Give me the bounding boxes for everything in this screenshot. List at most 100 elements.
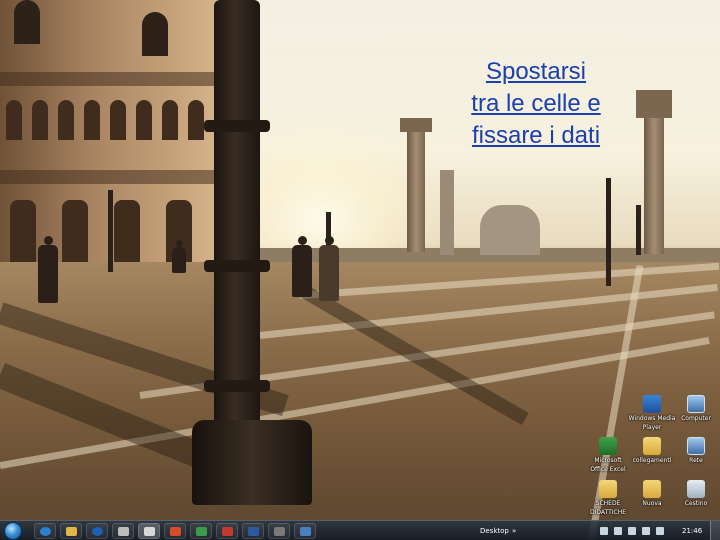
- network-icon: [687, 437, 705, 455]
- desktop-icon-label: collegamenti: [632, 457, 672, 464]
- person-walking: [38, 245, 58, 303]
- column-capital: [400, 118, 432, 132]
- explorer-icon: [66, 527, 77, 536]
- tray-icon[interactable]: [656, 527, 664, 535]
- desktop-icon-rete[interactable]: Rete: [672, 437, 720, 464]
- lamp-post-ring: [204, 380, 270, 392]
- app-icon: [196, 527, 207, 536]
- slide-title-line-3: fissare i dati: [471, 122, 601, 149]
- lamp-post-ring: [204, 120, 270, 132]
- palace-arch: [110, 100, 126, 140]
- desktop-icon-computer[interactable]: Computer: [672, 395, 720, 422]
- desktop-icon-label: Cestino: [684, 500, 708, 507]
- desktop-icon-excel[interactable]: Microsoft Office Excel: [584, 437, 632, 473]
- person-head: [44, 236, 53, 245]
- palace-arch: [10, 200, 36, 262]
- person-walking: [172, 247, 186, 273]
- app-icon: [274, 527, 285, 536]
- taskbar-pinned-app[interactable]: [268, 523, 290, 539]
- slide-title-line-2: tra le celle e: [471, 90, 601, 117]
- desktop-icon-cestino[interactable]: Cestino: [672, 480, 720, 507]
- network-tray-icon[interactable]: [628, 527, 636, 535]
- palace-cornice: [0, 72, 232, 86]
- palace-arch: [58, 100, 74, 140]
- distant-campanile: [440, 170, 454, 255]
- far-lamp-post: [108, 190, 113, 272]
- desktop-icon-label: Windows Media: [628, 415, 676, 422]
- folder-icon: [643, 480, 661, 498]
- media-player-icon: [92, 527, 103, 536]
- desktop-icon-label: Microsoft: [594, 457, 622, 464]
- slide-title-line-1: Spostarsi: [485, 58, 587, 85]
- volume-tray-icon[interactable]: [642, 527, 650, 535]
- folder-icon: [599, 480, 617, 498]
- toolbar-chevron-icon[interactable]: »: [512, 521, 516, 540]
- person-head: [325, 236, 334, 245]
- recycle-bin-icon: [687, 480, 705, 498]
- start-button[interactable]: [4, 522, 22, 540]
- desktop-icon-collegamenti[interactable]: collegamenti: [628, 437, 676, 464]
- palace-building: [0, 0, 232, 270]
- desktop-icon-schede[interactable]: SCHEDE DIDATTICHE: [584, 480, 632, 516]
- column-capital: [636, 90, 672, 118]
- far-lamp-post: [636, 205, 641, 255]
- tray-icon[interactable]: [614, 527, 622, 535]
- person-walking: [319, 245, 339, 301]
- palace-arch: [6, 100, 22, 140]
- column-san-todaro: [644, 118, 664, 254]
- taskbar: Desktop » 21:46: [0, 520, 720, 540]
- desktop-icon-label: SCHEDE: [595, 500, 621, 507]
- excel-icon: [599, 437, 617, 455]
- desktop-toolbar-label[interactable]: Desktop: [480, 521, 509, 540]
- taskbar-clock[interactable]: 21:46: [682, 521, 702, 540]
- palace-arch: [114, 200, 140, 262]
- person-walking: [292, 245, 312, 297]
- palace-balcony: [0, 170, 232, 184]
- taskbar-pinned-app[interactable]: [294, 523, 316, 539]
- taskbar-pinned-app[interactable]: [138, 523, 160, 539]
- folder-icon: [643, 437, 661, 455]
- taskbar-pinned-app[interactable]: [216, 523, 238, 539]
- taskbar-pinned-app[interactable]: [242, 523, 264, 539]
- palace-arch: [62, 200, 88, 262]
- desktop-icon-media-player[interactable]: Windows Media Player: [628, 395, 676, 431]
- person-head: [298, 236, 307, 245]
- desktop-icon-label: DIDATTICHE: [589, 509, 627, 516]
- media-player-icon: [643, 395, 661, 413]
- palace-arch: [188, 100, 204, 140]
- computer-icon: [687, 395, 705, 413]
- show-desktop-button[interactable]: [710, 521, 720, 540]
- app-icon: [300, 527, 311, 536]
- palace-window: [14, 0, 40, 44]
- palace-arch: [136, 100, 152, 140]
- desktop-icon-label: Computer: [681, 415, 711, 422]
- taskbar-pinned-app[interactable]: [112, 523, 134, 539]
- taskbar-pinned-ie[interactable]: [34, 523, 56, 539]
- taskbar-pinned-app[interactable]: [190, 523, 212, 539]
- palace-arch: [32, 100, 48, 140]
- lamp-post-base: [192, 420, 312, 505]
- palace-arch: [162, 100, 178, 140]
- desktop-icon-label: Office Excel: [590, 466, 626, 473]
- taskbar-pinned-media[interactable]: [86, 523, 108, 539]
- desktop-icon-nuova[interactable]: Nuova: [628, 480, 676, 507]
- far-lamp-post: [606, 178, 611, 286]
- taskbar-pinned-app[interactable]: [164, 523, 186, 539]
- palace-window: [142, 12, 168, 56]
- taskbar-pinned-explorer[interactable]: [60, 523, 82, 539]
- desktop-icon-label: Rete: [689, 457, 703, 464]
- app-icon: [144, 527, 155, 536]
- app-icon: [118, 527, 129, 536]
- palace-arch: [84, 100, 100, 140]
- app-icon: [170, 527, 181, 536]
- distant-church: [480, 205, 540, 255]
- internet-explorer-icon: [40, 527, 51, 536]
- lamp-post-ring: [204, 260, 270, 272]
- tray-icon[interactable]: [600, 527, 608, 535]
- desktop-icon-label: Nuova: [642, 500, 662, 507]
- person-head: [176, 240, 183, 247]
- slide-title: Spostarsi tra le celle e fissare i dati: [446, 56, 626, 152]
- desktop-icon-label: Player: [642, 424, 662, 431]
- app-icon: [248, 527, 259, 536]
- column-san-marco: [407, 130, 425, 252]
